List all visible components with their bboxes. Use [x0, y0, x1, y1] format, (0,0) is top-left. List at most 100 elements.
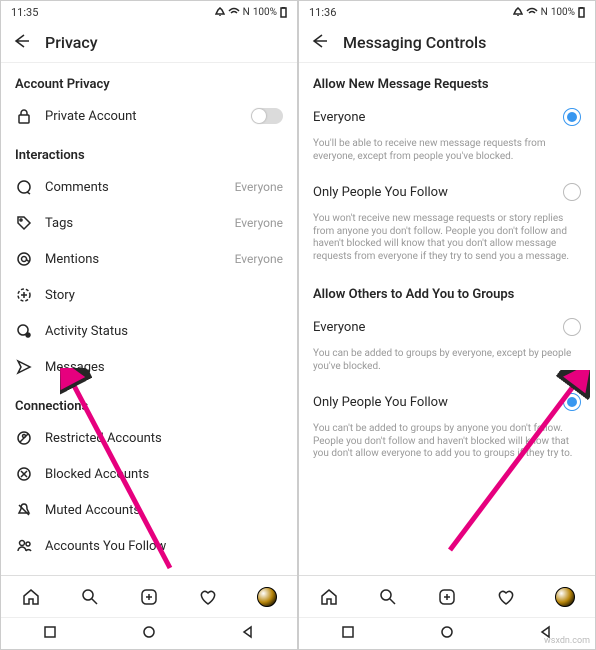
row-blocked[interactable]: Blocked Accounts	[1, 456, 297, 492]
row-messages[interactable]: Messages	[1, 349, 297, 385]
battery-icon	[280, 7, 287, 18]
section-allow-new-requests: Allow New Message Requests	[299, 63, 595, 98]
status-indicators: N 100%	[513, 7, 585, 18]
status-time: 11:36	[309, 6, 336, 19]
row-tags[interactable]: Tags Everyone	[1, 205, 297, 241]
hint-following-requests: You won't receive new message requests o…	[299, 211, 595, 273]
app-header: Messaging Controls	[299, 23, 595, 63]
row-restricted[interactable]: Restricted Accounts	[1, 420, 297, 456]
story-icon	[15, 287, 33, 303]
activity-icon	[15, 323, 33, 339]
sys-home[interactable]	[142, 625, 156, 643]
nav-activity[interactable]	[198, 587, 218, 607]
blocked-icon	[15, 466, 33, 482]
back-button[interactable]	[11, 31, 31, 55]
option-everyone-groups[interactable]: Everyone	[299, 308, 595, 346]
row-story[interactable]: Story	[1, 277, 297, 313]
row-activity-status[interactable]: Activity Status	[1, 313, 297, 349]
mentions-value: Everyone	[235, 252, 283, 266]
dnd-icon	[513, 7, 523, 17]
watermark: wsxdn.com	[544, 636, 590, 646]
status-bar: 11:35 N 100%	[1, 1, 297, 23]
comment-icon	[15, 179, 33, 195]
row-mentions[interactable]: Mentions Everyone	[1, 241, 297, 277]
dnd-icon	[215, 7, 225, 17]
sys-recent[interactable]	[43, 625, 57, 643]
messaging-controls-screen: 11:36 N 100% Messaging Controls Allow Ne…	[298, 0, 596, 650]
section-connections: Connections	[1, 385, 297, 420]
arrow-left-icon	[309, 31, 329, 51]
page-title: Privacy	[45, 33, 98, 52]
row-private-account[interactable]: Private Account	[1, 98, 297, 134]
status-indicators: N 100%	[215, 7, 287, 18]
radio-following-groups[interactable]	[563, 393, 581, 411]
nav-profile[interactable]	[257, 587, 277, 607]
row-comments[interactable]: Comments Everyone	[1, 169, 297, 205]
hint-everyone-groups: You can be added to groups by everyone, …	[299, 346, 595, 383]
profile-avatar-icon	[257, 587, 277, 607]
wifi-icon	[228, 7, 240, 17]
comments-value: Everyone	[235, 180, 283, 194]
search-icon	[80, 587, 100, 607]
nav-search[interactable]	[80, 587, 100, 607]
private-account-toggle[interactable]	[251, 108, 283, 124]
section-interactions: Interactions	[1, 134, 297, 169]
battery-icon	[578, 7, 585, 18]
plus-square-icon	[437, 587, 457, 607]
option-following-groups[interactable]: Only People You Follow	[299, 383, 595, 421]
mention-icon	[15, 251, 33, 267]
status-bar: 11:36 N 100%	[299, 1, 595, 23]
app-header: Privacy	[1, 23, 297, 63]
nav-profile[interactable]	[555, 587, 575, 607]
nav-new-post[interactable]	[437, 587, 457, 607]
nav-activity[interactable]	[496, 587, 516, 607]
section-account-privacy: Account Privacy	[1, 63, 297, 98]
circle-icon	[440, 625, 454, 639]
people-icon	[15, 538, 33, 554]
search-icon	[378, 587, 398, 607]
square-icon	[43, 625, 57, 639]
tag-icon	[15, 215, 33, 231]
back-button[interactable]	[309, 31, 329, 55]
bottom-nav	[299, 575, 595, 617]
status-time: 11:35	[11, 6, 38, 19]
wifi-icon	[526, 7, 538, 17]
send-icon	[15, 359, 33, 375]
sys-home[interactable]	[440, 625, 454, 643]
home-icon	[319, 587, 339, 607]
nav-home[interactable]	[21, 587, 41, 607]
option-following-requests[interactable]: Only People You Follow	[299, 173, 595, 211]
radio-everyone-groups[interactable]	[563, 318, 581, 336]
row-muted[interactable]: Muted Accounts	[1, 492, 297, 528]
hint-everyone-requests: You'll be able to receive new message re…	[299, 136, 595, 173]
plus-square-icon	[139, 587, 159, 607]
nav-search[interactable]	[378, 587, 398, 607]
row-accounts-you-follow[interactable]: Accounts You Follow	[1, 528, 297, 564]
radio-everyone-requests[interactable]	[563, 108, 581, 126]
sys-recent[interactable]	[341, 625, 355, 643]
home-icon	[21, 587, 41, 607]
nav-home[interactable]	[319, 587, 339, 607]
radio-following-requests[interactable]	[563, 183, 581, 201]
heart-icon	[198, 587, 218, 607]
bottom-nav	[1, 575, 297, 617]
restricted-icon	[15, 430, 33, 446]
lock-icon	[15, 108, 33, 124]
page-title: Messaging Controls	[343, 33, 486, 52]
triangle-left-icon	[241, 625, 255, 639]
hint-following-groups: You can't be added to groups by anyone y…	[299, 421, 595, 471]
nav-new-post[interactable]	[139, 587, 159, 607]
arrow-left-icon	[11, 31, 31, 51]
section-allow-groups: Allow Others to Add You to Groups	[299, 273, 595, 308]
circle-icon	[142, 625, 156, 639]
sys-back[interactable]	[241, 625, 255, 643]
privacy-screen: 11:35 N 100% Privacy Account Privacy Pri…	[0, 0, 298, 650]
muted-icon	[15, 502, 33, 518]
heart-icon	[496, 587, 516, 607]
profile-avatar-icon	[555, 587, 575, 607]
messaging-content[interactable]: Allow New Message Requests Everyone You'…	[299, 63, 595, 575]
privacy-content[interactable]: Account Privacy Private Account Interact…	[1, 63, 297, 575]
option-everyone-requests[interactable]: Everyone	[299, 98, 595, 136]
system-nav	[1, 617, 297, 649]
square-icon	[341, 625, 355, 639]
